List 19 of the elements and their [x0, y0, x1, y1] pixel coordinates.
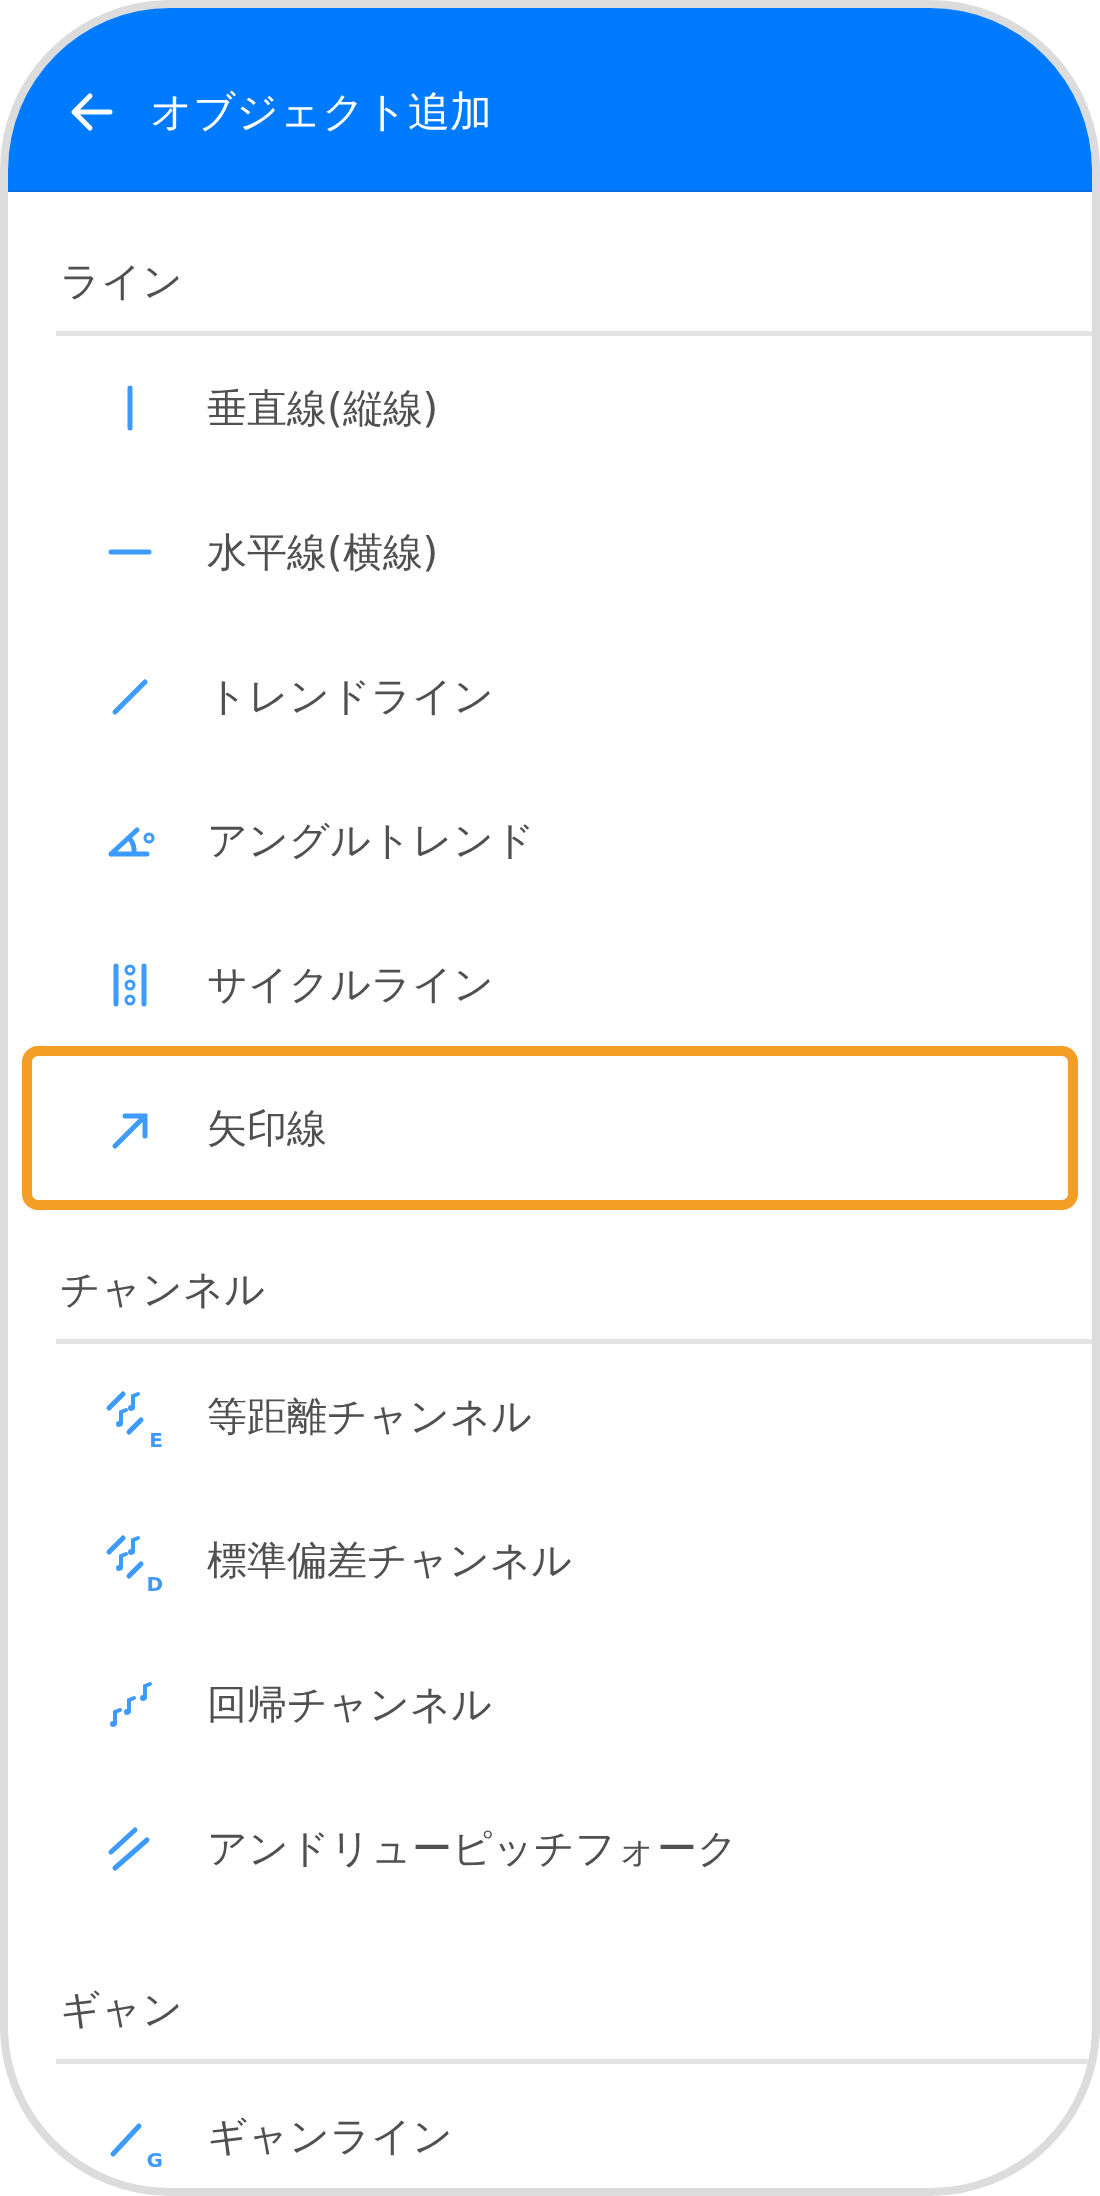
menu-item[interactable]: 矢印線 — [22, 1046, 1078, 1210]
menu-item[interactable]: 水平線(横線) — [8, 480, 1092, 624]
section-title: ギャン — [60, 1985, 183, 2034]
horizontal-line-icon — [108, 549, 152, 555]
icon-letter: G — [146, 2150, 163, 2170]
menu-item[interactable]: 回帰チャンネル — [8, 1632, 1092, 1776]
vertical-line-icon — [127, 385, 133, 431]
menu-item[interactable]: D 標準偏差チャンネル — [8, 1488, 1092, 1632]
menu-item[interactable]: 垂直線(縦線) — [8, 336, 1092, 480]
menu-item[interactable]: G ギャンライン — [8, 2064, 1092, 2188]
menu-item[interactable]: アングルトレンド — [8, 768, 1092, 912]
menu-item[interactable]: トレンドライン — [8, 624, 1092, 768]
section-title: チャンネル — [60, 1265, 265, 1314]
icon-letter: E — [149, 1430, 163, 1450]
menu-item[interactable]: アンドリューピッチフォーク — [8, 1776, 1092, 1920]
menu-item[interactable]: E 等距離チャンネル — [8, 1344, 1092, 1488]
icon-letter: D — [146, 1574, 163, 1594]
header-title: オブジェクト追加 — [150, 86, 492, 138]
section-title: ライン — [60, 257, 183, 306]
